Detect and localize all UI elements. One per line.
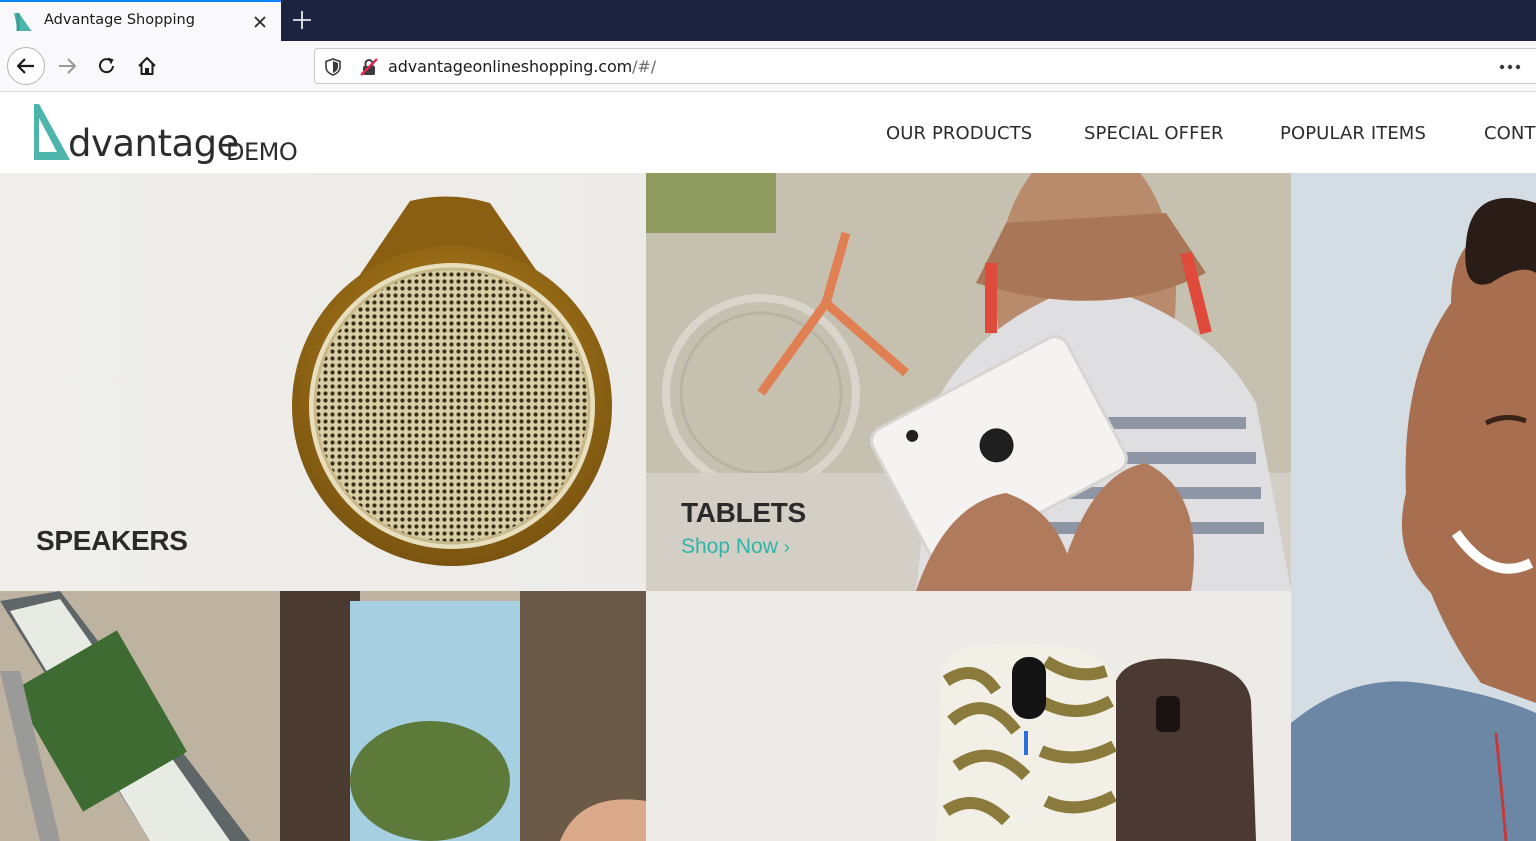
logo-wordmark: dvantage: [68, 122, 239, 165]
home-button[interactable]: [130, 49, 164, 83]
laptop-image: [0, 591, 646, 841]
url-text[interactable]: advantageonlineshopping.com/#/: [388, 57, 656, 76]
tab-title: Advantage Shopping: [44, 12, 195, 28]
reload-button[interactable]: [90, 49, 124, 83]
category-tile-mice[interactable]: [646, 591, 1291, 841]
reload-icon: [99, 57, 114, 74]
tile-title-tablets[interactable]: TABLETS: [681, 497, 806, 529]
chevron-right-icon: ›: [783, 537, 790, 557]
site-favicon-icon: [14, 13, 32, 31]
category-tile-tablets[interactable]: TABLETS Shop Now ›: [646, 173, 1291, 591]
logo-demo-label: DEMO: [226, 138, 298, 166]
site-header: dvantage DEMO OUR PRODUCTS SPECIAL OFFER…: [0, 92, 1536, 173]
smiling-man-image: [1291, 173, 1536, 841]
shop-now-link[interactable]: Shop Now ›: [681, 535, 790, 559]
shield-icon[interactable]: [325, 58, 341, 76]
browser-toolbar: advantageonlineshopping.com/#/: [0, 41, 1536, 92]
url-path: /#/: [632, 57, 657, 76]
category-tile-headphones[interactable]: [1291, 173, 1536, 841]
menu-special-offer[interactable]: SPECIAL OFFER: [1084, 123, 1224, 144]
forward-button[interactable]: [50, 49, 84, 83]
close-icon[interactable]: [250, 12, 270, 32]
menu-contact[interactable]: CONT: [1484, 123, 1536, 144]
shop-now-label: Shop Now: [681, 535, 778, 558]
more-dots-icon[interactable]: [1497, 58, 1523, 76]
forward-arrow-icon: [59, 58, 76, 74]
menu-our-products[interactable]: OUR PRODUCTS: [886, 123, 1032, 144]
category-tile-laptops[interactable]: [0, 591, 646, 841]
category-tile-speakers[interactable]: SPEAKERS: [0, 173, 646, 591]
home-icon: [138, 57, 156, 75]
tile-title-speakers[interactable]: SPEAKERS: [36, 525, 188, 557]
logo-a-mark-icon: [30, 104, 70, 160]
insecure-lock-icon[interactable]: [359, 57, 379, 77]
mice-image: [646, 591, 1291, 841]
url-bar[interactable]: advantageonlineshopping.com/#/: [314, 48, 1536, 84]
back-arrow-icon: [16, 58, 34, 74]
browser-tab-active[interactable]: Advantage Shopping: [0, 0, 281, 41]
plus-icon[interactable]: [290, 8, 314, 32]
menu-popular-items[interactable]: POPULAR ITEMS: [1280, 123, 1426, 144]
back-button[interactable]: [7, 47, 45, 85]
url-host: advantageonlineshopping.com: [388, 57, 633, 76]
browser-tab-bar: Advantage Shopping: [0, 0, 1536, 41]
